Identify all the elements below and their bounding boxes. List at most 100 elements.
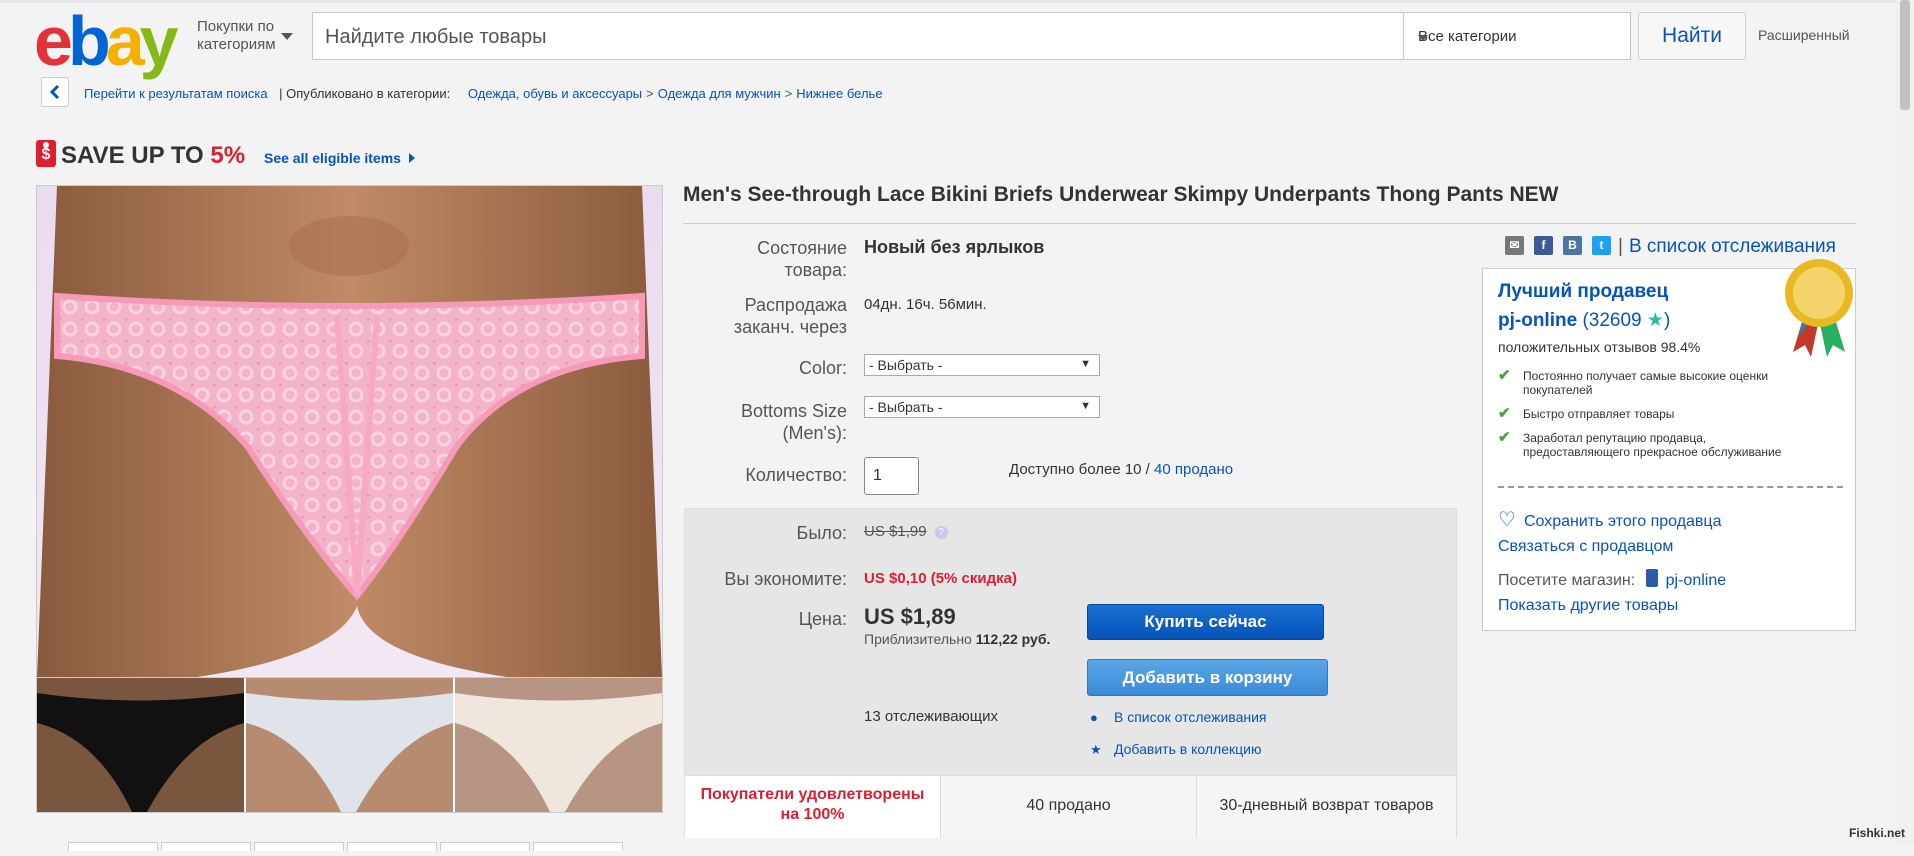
- sale-ends-label: Распродажа заканч. через: [733, 295, 847, 337]
- visit-store: Посетите магазин: pj-online: [1498, 569, 1726, 590]
- checkmark-icon: ✔: [1498, 405, 1511, 422]
- thumbnail-cream[interactable]: [455, 678, 662, 812]
- watchlist-link[interactable]: | В список отслеживания: [1618, 236, 1836, 258]
- vk-icon[interactable]: B: [1563, 236, 1582, 255]
- breadcrumb-item[interactable]: Одежда для мужчин: [658, 86, 781, 101]
- availability: Доступно более 10 / 40 продано: [1009, 461, 1233, 478]
- star-icon: ★: [1090, 742, 1102, 757]
- available-text: Доступно более 10 /: [1009, 461, 1150, 478]
- thumbnail-image: [246, 693, 453, 812]
- size-select[interactable]: - Выбрать - ▼: [864, 396, 1100, 418]
- watermark: Fishki.net: [1849, 826, 1906, 840]
- product-photo: [37, 186, 662, 677]
- heart-icon: ♡: [1498, 509, 1516, 531]
- color-select[interactable]: - Выбрать - ▼: [864, 354, 1100, 376]
- add-to-collection-link[interactable]: ★ Добавить в коллекцию: [1090, 741, 1261, 758]
- main-product-image[interactable]: [36, 185, 663, 678]
- feedback-star-icon: ★: [1646, 310, 1664, 331]
- thumbnail-tab[interactable]: [440, 842, 530, 851]
- price-tag-icon: $: [36, 140, 56, 167]
- scrollbar-thumb[interactable]: [1900, 0, 1910, 110]
- thumbnail-tab[interactable]: [347, 842, 437, 851]
- returns-info: 30-дневный возврат товаров: [1219, 797, 1434, 814]
- price-value: US $1,89: [864, 604, 956, 629]
- breadcrumb-item[interactable]: Нижнее белье: [796, 86, 882, 101]
- category-select[interactable]: Все категории: [1403, 12, 1631, 60]
- thumbnail-image: [37, 693, 244, 812]
- more-thumbnails: [68, 838, 626, 851]
- thumbnail-tab[interactable]: [161, 842, 251, 851]
- item-title: Men's See-through Lace Bikini Briefs Und…: [683, 183, 1559, 206]
- you-save-label: Вы экономите:: [724, 569, 847, 589]
- seller-name-link[interactable]: pj-online: [1498, 310, 1577, 331]
- add-to-cart-button[interactable]: Добавить в корзину: [1087, 659, 1328, 696]
- shop-by-category[interactable]: Покупки по категориям: [197, 18, 293, 54]
- search-box[interactable]: [312, 12, 1404, 61]
- facebook-icon[interactable]: f: [1534, 236, 1553, 255]
- visit-store-label: Посетите магазин:: [1498, 572, 1636, 589]
- back-to-results-link[interactable]: Перейти к результатам поиска: [84, 86, 268, 101]
- thumbnail-tab[interactable]: [68, 842, 158, 851]
- condition-value: Новый без ярлыков: [864, 237, 1045, 257]
- store-name-link[interactable]: pj-online: [1666, 572, 1726, 589]
- was-label: Было:: [796, 523, 847, 543]
- seller-feature-text: Быстро отправляет товары: [1523, 407, 1675, 421]
- search-button[interactable]: Найти: [1638, 12, 1746, 60]
- sold-count: 40 продано: [941, 776, 1197, 838]
- watchers-count: 13 отслеживающих: [864, 708, 999, 725]
- add-to-watchlist-link[interactable]: ● В список отслеживания: [1090, 709, 1267, 725]
- advanced-search-link[interactable]: Расширенный: [1758, 27, 1850, 43]
- thumbnail-tab[interactable]: [533, 842, 623, 851]
- was-price-value: US $1,99: [864, 523, 927, 540]
- search-input[interactable]: [323, 13, 1387, 61]
- contact-seller-link[interactable]: Связаться с продавцом: [1498, 538, 1673, 556]
- back-button[interactable]: [41, 77, 69, 107]
- chevron-left-icon: [49, 85, 60, 99]
- published-in-label: | Опубликовано в категории:: [279, 86, 451, 101]
- share-divider: |: [1618, 236, 1623, 257]
- positive-feedback: положительных отзывов 98.4%: [1498, 339, 1701, 355]
- quantity-input[interactable]: 1: [864, 457, 919, 495]
- breadcrumb-item[interactable]: Одежда, обувь и аксессуары: [468, 86, 642, 101]
- save-seller-label: Сохранить этого продавца: [1523, 513, 1722, 530]
- seller-feature: ✔ Постоянно получает самые высокие оценки…: [1498, 367, 1788, 397]
- satisfaction-badge: Покупатели удовлетворены на 100%: [685, 776, 941, 838]
- scrollbar[interactable]: [1896, 0, 1914, 846]
- price-box: Покупатели удовлетворены на 100% 40 прод…: [684, 508, 1457, 838]
- email-icon[interactable]: ✉: [1505, 236, 1524, 255]
- promo-text: SAVE UP TO 5%: [61, 142, 245, 170]
- arrow-right-icon: [408, 153, 415, 163]
- buy-now-button[interactable]: Купить сейчас: [1087, 604, 1324, 640]
- breadcrumb: Перейти к результатам поиска | Опубликов…: [84, 86, 883, 101]
- thumbnail-white[interactable]: [246, 678, 453, 812]
- feedback-count: 32609: [1588, 310, 1642, 331]
- quantity-label: Количество:: [745, 465, 847, 485]
- category-select-value: Все категории: [1418, 28, 1517, 45]
- top-seller-label: Лучший продавец: [1498, 281, 1669, 302]
- dropdown-arrow-icon: ▼: [1080, 358, 1091, 370]
- twitter-icon[interactable]: t: [1592, 236, 1611, 255]
- thumbnail-black[interactable]: [37, 678, 244, 812]
- sold-link[interactable]: 40 продано: [1154, 461, 1233, 478]
- size-label: Bottoms Size (Men's):: [740, 401, 847, 443]
- condition-label: Состояние товара:: [757, 238, 847, 280]
- ebay-logo[interactable]: ebay: [34, 6, 179, 76]
- eye-icon: ●: [1090, 710, 1098, 725]
- add-to-collection-label: Добавить в коллекцию: [1114, 741, 1262, 757]
- feedback-score[interactable]: (32609 ★): [1582, 310, 1670, 331]
- other-items-link[interactable]: Показать другие товары: [1498, 597, 1678, 615]
- sale-ends-value: 04дн. 16ч. 56мин.: [864, 296, 987, 313]
- color-label: Color:: [798, 358, 847, 378]
- save-up-to-label: SAVE UP TO: [61, 142, 204, 169]
- eligible-items-link[interactable]: See all eligible items: [264, 150, 415, 166]
- thumbnail-image: [455, 693, 662, 812]
- thumbnail-tab[interactable]: [254, 842, 344, 851]
- chevron-down-icon: [281, 33, 293, 40]
- help-icon[interactable]: ?: [934, 526, 948, 539]
- approx-prefix: Приблизительно: [864, 631, 972, 647]
- color-select-value: - Выбрать -: [869, 357, 943, 373]
- checkmark-icon: ✔: [1498, 367, 1511, 384]
- save-seller-link[interactable]: ♡ Сохранить этого продавца: [1498, 507, 1721, 532]
- dropdown-arrow-icon: ▼: [1080, 400, 1091, 412]
- shop-by-category-label: Покупки по категориям: [197, 18, 276, 53]
